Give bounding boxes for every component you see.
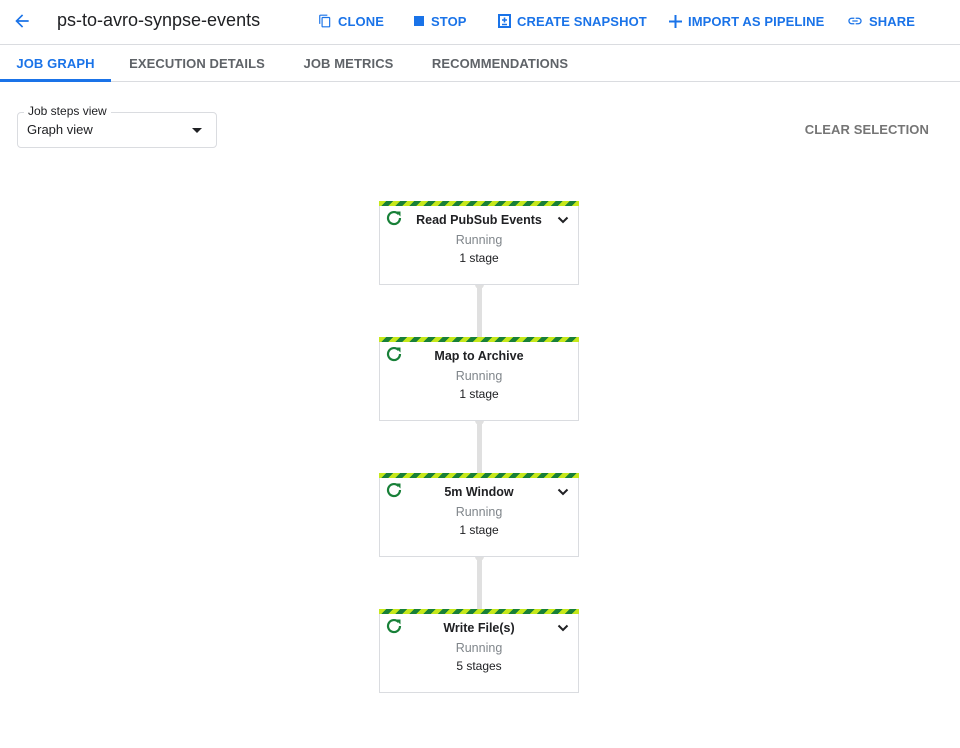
tab-bar: JOB GRAPH EXECUTION DETAILS JOB METRICS …	[0, 45, 960, 82]
share-label: SHARE	[869, 13, 916, 29]
node-name: Read PubSub Events	[416, 213, 542, 227]
graph-node-write-files[interactable]: Write File(s) Running 5 stages	[379, 609, 579, 693]
node-name: Map to Archive	[434, 349, 524, 363]
node-stages: 1 stage	[459, 251, 499, 265]
node-status: Running	[455, 641, 503, 655]
graph-node-5m-window[interactable]: 5m Window Running 1 stage	[379, 473, 579, 557]
job-steps-view-label: Job steps view	[24, 104, 111, 118]
snapshot-icon	[498, 14, 511, 28]
tab-job-graph[interactable]: JOB GRAPH	[0, 45, 111, 82]
import-as-pipeline-label: IMPORT AS PIPELINE	[688, 13, 825, 29]
running-stripe	[379, 337, 579, 342]
graph-edge	[475, 553, 484, 611]
create-snapshot-button[interactable]: CREATE SNAPSHOT	[498, 12, 647, 30]
chevron-down-icon[interactable]	[557, 487, 569, 497]
node-name: 5m Window	[444, 485, 514, 499]
dropdown-arrow-icon	[192, 128, 202, 133]
graph-node-read-pubsub-events[interactable]: Read PubSub Events Running 1 stage	[379, 201, 579, 285]
node-status: Running	[455, 233, 503, 247]
graph-edge	[475, 417, 484, 475]
tab-execution-details[interactable]: EXECUTION DETAILS	[111, 45, 283, 81]
link-icon	[848, 17, 862, 25]
running-stripe	[379, 609, 579, 614]
node-name: Write File(s)	[443, 621, 515, 635]
tab-job-metrics[interactable]: JOB METRICS	[283, 45, 414, 81]
node-stages: 1 stage	[459, 387, 499, 401]
running-stripe	[379, 201, 579, 206]
node-status: Running	[455, 505, 503, 519]
tab-recommendations[interactable]: RECOMMENDATIONS	[414, 45, 586, 81]
create-snapshot-label: CREATE SNAPSHOT	[517, 13, 647, 29]
node-stages: 1 stage	[459, 523, 499, 537]
chevron-down-icon[interactable]	[557, 215, 569, 225]
import-as-pipeline-button[interactable]: IMPORT AS PIPELINE	[669, 12, 824, 30]
graph-edge	[475, 281, 484, 339]
stop-icon	[414, 16, 424, 26]
copy-icon	[319, 14, 331, 28]
node-stages: 5 stages	[456, 659, 502, 673]
clone-button[interactable]: CLONE	[318, 12, 384, 30]
stop-button[interactable]: STOP	[413, 12, 467, 30]
plus-icon	[669, 14, 682, 28]
stop-label: STOP	[431, 13, 467, 29]
clone-label: CLONE	[338, 13, 384, 29]
graph-node-map-to-archive[interactable]: Map to Archive Running 1 stage	[379, 337, 579, 421]
job-steps-view-value: Graph view	[27, 122, 93, 137]
top-bar: ps-to-avro-synpse-events CLONE STOP CREA…	[0, 0, 960, 45]
share-button[interactable]: SHARE	[847, 12, 915, 30]
arrow-back-icon	[15, 14, 29, 28]
node-status: Running	[455, 369, 503, 383]
job-title: ps-to-avro-synpse-events	[57, 10, 261, 30]
clear-selection-button[interactable]: CLEAR SELECTION	[805, 122, 929, 137]
job-steps-view-select[interactable]: Job steps view Graph view	[17, 104, 217, 148]
running-stripe	[379, 473, 579, 478]
chevron-down-icon[interactable]	[557, 623, 569, 633]
back-button[interactable]	[10, 9, 34, 33]
